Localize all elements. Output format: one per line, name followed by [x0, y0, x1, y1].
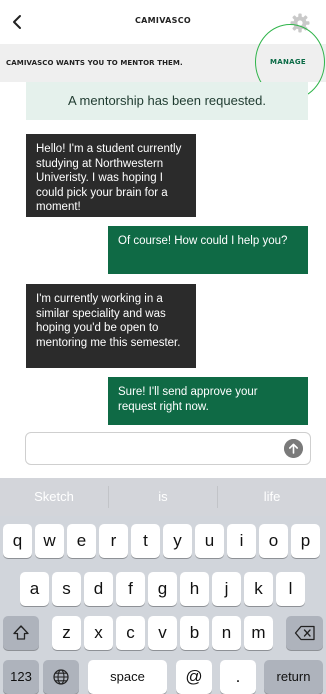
prediction-item[interactable]: is	[109, 489, 217, 504]
outgoing-message: Of course! How could I help you?	[108, 226, 308, 274]
space-bar[interactable]: space	[88, 660, 167, 694]
key-w[interactable]: w	[35, 524, 64, 558]
delete-key[interactable]	[286, 616, 323, 650]
gear-icon[interactable]	[289, 12, 311, 34]
key-d[interactable]: d	[84, 572, 113, 606]
shift-key[interactable]	[3, 616, 39, 650]
key-k[interactable]: k	[244, 572, 273, 606]
key-m[interactable]: m	[244, 616, 273, 650]
key-s[interactable]: s	[52, 572, 81, 606]
key-n[interactable]: n	[212, 616, 241, 650]
mentorship-request-notice: A mentorship has been requested.	[26, 82, 308, 120]
conversation-title: CAMIVASCO	[135, 16, 191, 25]
prediction-item[interactable]: Sketch	[0, 489, 108, 504]
key-g[interactable]: g	[148, 572, 177, 606]
outgoing-message: Sure! I'll send approve your request rig…	[108, 377, 308, 425]
key-r[interactable]: r	[99, 524, 128, 558]
key-u[interactable]: u	[195, 524, 224, 558]
key-q[interactable]: q	[3, 524, 32, 558]
message-composer	[25, 432, 311, 465]
key-c[interactable]: c	[116, 616, 145, 650]
return-key[interactable]: return	[264, 660, 323, 694]
key-b[interactable]: b	[180, 616, 209, 650]
key-j[interactable]: j	[212, 572, 241, 606]
key-h[interactable]: h	[180, 572, 209, 606]
key-a[interactable]: a	[20, 572, 49, 606]
key-e[interactable]: e	[67, 524, 96, 558]
globe-icon	[53, 669, 69, 685]
at-key[interactable]: @	[176, 660, 212, 694]
incoming-message: I'm currently working in a similar speci…	[26, 284, 196, 368]
key-x[interactable]: x	[84, 616, 113, 650]
key-p[interactable]: p	[291, 524, 320, 558]
globe-key[interactable]	[43, 660, 79, 694]
incoming-message: Hello! I'm a student currently studying …	[26, 134, 196, 217]
mentor-request-banner: CAMIVASCO WANTS YOU TO MENTOR THEM. MANA…	[0, 44, 326, 82]
shift-icon	[13, 625, 29, 640]
key-i[interactable]: i	[227, 524, 256, 558]
key-l[interactable]: l	[276, 572, 305, 606]
prediction-item[interactable]: life	[218, 489, 326, 504]
numbers-key[interactable]: 123	[3, 660, 39, 694]
key-y[interactable]: y	[163, 524, 192, 558]
key-f[interactable]: f	[116, 572, 145, 606]
predictive-bar: Sketch is life	[0, 478, 326, 516]
key-o[interactable]: o	[259, 524, 288, 558]
period-key[interactable]: .	[220, 660, 256, 694]
message-input[interactable]	[34, 439, 274, 459]
key-v[interactable]: v	[148, 616, 177, 650]
key-t[interactable]: t	[131, 524, 160, 558]
banner-message: CAMIVASCO WANTS YOU TO MENTOR THEM.	[6, 59, 183, 67]
key-z[interactable]: z	[52, 616, 81, 650]
arrow-up-icon[interactable]	[284, 439, 303, 458]
manage-button[interactable]: MANAGE	[270, 58, 306, 66]
backspace-icon	[294, 625, 315, 641]
nav-bar: CAMIVASCO	[0, 0, 326, 44]
